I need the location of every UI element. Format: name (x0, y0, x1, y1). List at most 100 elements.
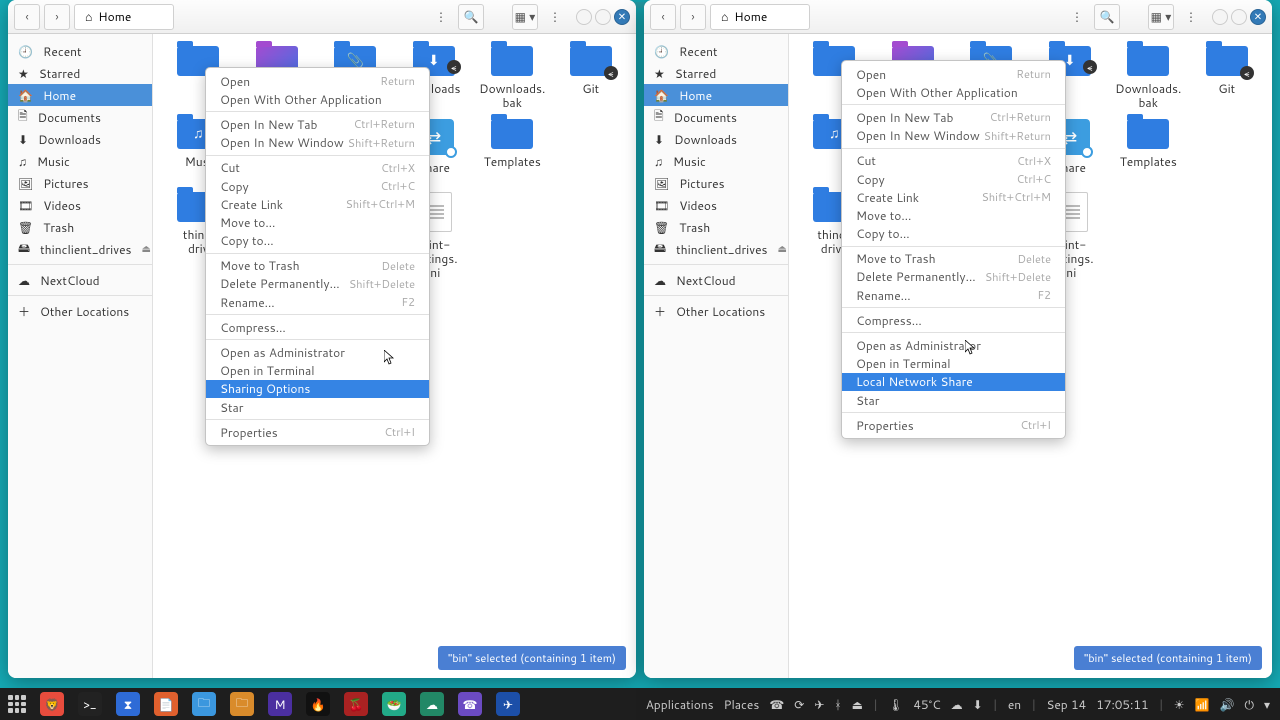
file-item[interactable]: Downloads.bak (475, 44, 550, 113)
dash-icon-5[interactable]: 🗀 (192, 692, 216, 716)
path-bar[interactable]: ⌂ Home (74, 4, 174, 30)
tray-applications[interactable]: Applications (646, 696, 714, 713)
dash-icon-9[interactable]: 🍒 (344, 692, 368, 716)
sidebar-item-thinclient_drives[interactable]: 🖴thinclient_drives⏏ (8, 238, 152, 260)
content-area[interactable]: bin📎↗⬇⪪Downloads.bak⪪Git♫u.kvm.nfs⇄Share… (789, 34, 1272, 678)
menu-item-copy[interactable]: CopyCtrl+C (206, 177, 429, 195)
dash-icon-11[interactable]: ☁ (420, 692, 444, 716)
dropdown-icon[interactable]: ▾ (1264, 696, 1270, 713)
menu-item-cut[interactable]: CutCtrl+X (206, 159, 429, 177)
menu-item-open-as-administrator[interactable]: Open as Administrator (842, 336, 1065, 354)
menu-item-open-as-administrator[interactable]: Open as Administrator (206, 343, 429, 361)
menu-item-delete-permanently-[interactable]: Delete Permanently…Shift+Delete (206, 275, 429, 293)
menu-item-sharing-options[interactable]: Sharing Options (206, 380, 429, 398)
search-button[interactable]: 🔍 (1094, 4, 1120, 30)
menu-item-rename-[interactable]: Rename…F2 (842, 286, 1065, 304)
file-item[interactable]: Templates (475, 117, 550, 186)
sidebar-item-documents[interactable]: 🗎Documents (8, 106, 152, 128)
back-button[interactable]: ‹ (650, 4, 676, 30)
hamburger-button[interactable]: ⋮ (1178, 4, 1204, 30)
menu-item-cut[interactable]: CutCtrl+X (842, 152, 1065, 170)
dash-icon-0[interactable] (8, 695, 26, 713)
menu-item-create-link[interactable]: Create LinkShift+Ctrl+M (206, 195, 429, 213)
menu-item-open[interactable]: OpenReturn (842, 65, 1065, 83)
dash-icon-13[interactable]: ✈ (496, 692, 520, 716)
close-button[interactable]: ✕ (1250, 9, 1266, 25)
menu-item-open-in-new-tab[interactable]: Open In New TabCtrl+Return (842, 108, 1065, 126)
tray-places[interactable]: Places (724, 696, 760, 713)
dash-icon-2[interactable]: >_ (78, 692, 102, 716)
file-item[interactable] (1190, 117, 1265, 186)
dash-icon-10[interactable]: 🥗 (382, 692, 406, 716)
power-icon[interactable]: ⏻ (1244, 696, 1254, 713)
sidebar-item-pictures[interactable]: 🖼Pictures (644, 172, 788, 194)
sidebar-item-nextcloud[interactable]: ☁NextCloud (8, 269, 152, 291)
menu-item-delete-permanently-[interactable]: Delete Permanently…Shift+Delete (842, 268, 1065, 286)
menu-item-open-in-terminal[interactable]: Open in Terminal (842, 355, 1065, 373)
sidebar-item-videos[interactable]: 🎞Videos (8, 194, 152, 216)
file-item[interactable]: ⪪Git (1190, 44, 1265, 113)
forward-button[interactable]: › (44, 4, 70, 30)
menu-item-properties[interactable]: PropertiesCtrl+I (206, 423, 429, 441)
menu-item-compress-[interactable]: Compress… (842, 311, 1065, 329)
menu-item-create-link[interactable]: Create LinkShift+Ctrl+M (842, 188, 1065, 206)
menu-item-compress-[interactable]: Compress… (206, 318, 429, 336)
sidebar-item-downloads[interactable]: ⬇Downloads (644, 128, 788, 150)
sidebar-item-thinclient_drives[interactable]: 🖴thinclient_drives⏏ (644, 238, 788, 260)
maximize-button[interactable] (1231, 9, 1247, 25)
sidebar-item-starred[interactable]: ★Starred (644, 62, 788, 84)
back-button[interactable]: ‹ (14, 4, 40, 30)
file-item[interactable] (554, 117, 629, 186)
hamburger-button[interactable]: ⋮ (542, 4, 568, 30)
menu-item-open[interactable]: OpenReturn (206, 72, 429, 90)
sidebar-item-pictures[interactable]: 🖼Pictures (8, 172, 152, 194)
sidebar-item-home[interactable]: 🏠Home (8, 84, 152, 106)
telegram-icon[interactable]: ✈ (814, 696, 824, 713)
sync-icon[interactable]: ⟳ (794, 696, 804, 713)
forward-button[interactable]: › (680, 4, 706, 30)
tray-time[interactable]: 17:05:11 (1096, 696, 1148, 713)
dash-icon-8[interactable]: 🔥 (306, 692, 330, 716)
sidebar-item-starred[interactable]: ★Starred (8, 62, 152, 84)
menu-item-star[interactable]: Star (842, 391, 1065, 409)
menu-item-properties[interactable]: PropertiesCtrl+I (842, 416, 1065, 434)
sidebar-item-other-locations[interactable]: ＋Other Locations (8, 300, 152, 322)
dash-icon-12[interactable]: ☎ (458, 692, 482, 716)
sidebar-item-recent[interactable]: 🕘Recent (644, 40, 788, 62)
menu-item-open-with-other-application[interactable]: Open With Other Application (206, 90, 429, 108)
brightness-icon[interactable]: ☀ (1174, 696, 1185, 713)
sidebar-item-home[interactable]: 🏠Home (644, 84, 788, 106)
eject-icon[interactable]: ⏏ (777, 242, 786, 256)
path-menu-button[interactable]: ⋮ (1064, 4, 1090, 30)
dash-icon-7[interactable]: M (268, 692, 292, 716)
minimize-button[interactable] (1212, 9, 1228, 25)
menu-item-star[interactable]: Star (206, 398, 429, 416)
path-bar[interactable]: ⌂ Home (710, 4, 810, 30)
menu-item-copy-to-[interactable]: Copy to… (842, 225, 1065, 243)
search-button[interactable]: 🔍 (458, 4, 484, 30)
volume-icon[interactable]: 🔊 (1220, 696, 1235, 713)
content-area[interactable]: b📎↗⬇⪪ownloadsDownloads.bak⪪Git♫Musimu.kv… (153, 34, 636, 678)
menu-item-open-in-new-window[interactable]: Open In New WindowShift+Return (206, 134, 429, 152)
sidebar-item-music[interactable]: ♫Music (644, 150, 788, 172)
sidebar-item-downloads[interactable]: ⬇Downloads (8, 128, 152, 150)
menu-item-copy[interactable]: CopyCtrl+C (842, 170, 1065, 188)
eject-icon[interactable]: ⏏ (852, 696, 863, 713)
menu-item-move-to-trash[interactable]: Move to TrashDelete (206, 257, 429, 275)
menu-item-move-to-[interactable]: Move to… (206, 213, 429, 231)
eject-icon[interactable]: ⏏ (141, 242, 150, 256)
dash-icon-4[interactable]: 📄 (154, 692, 178, 716)
tray-date[interactable]: Sep 14 (1046, 696, 1086, 713)
sidebar-item-trash[interactable]: 🗑Trash (8, 216, 152, 238)
minimize-button[interactable] (576, 9, 592, 25)
file-item[interactable]: ⪪Git (554, 44, 629, 113)
menu-item-move-to-[interactable]: Move to… (842, 206, 1065, 224)
bluetooth-icon[interactable]: ᚼ (834, 696, 841, 713)
menu-item-copy-to-[interactable]: Copy to… (206, 232, 429, 250)
keyboard-lang[interactable]: en (1008, 696, 1021, 713)
file-item[interactable]: Downloads.bak (1111, 44, 1186, 113)
sidebar-item-nextcloud[interactable]: ☁NextCloud (644, 269, 788, 291)
maximize-button[interactable] (595, 9, 611, 25)
close-button[interactable]: ✕ (614, 9, 630, 25)
menu-item-open-in-terminal[interactable]: Open in Terminal (206, 362, 429, 380)
